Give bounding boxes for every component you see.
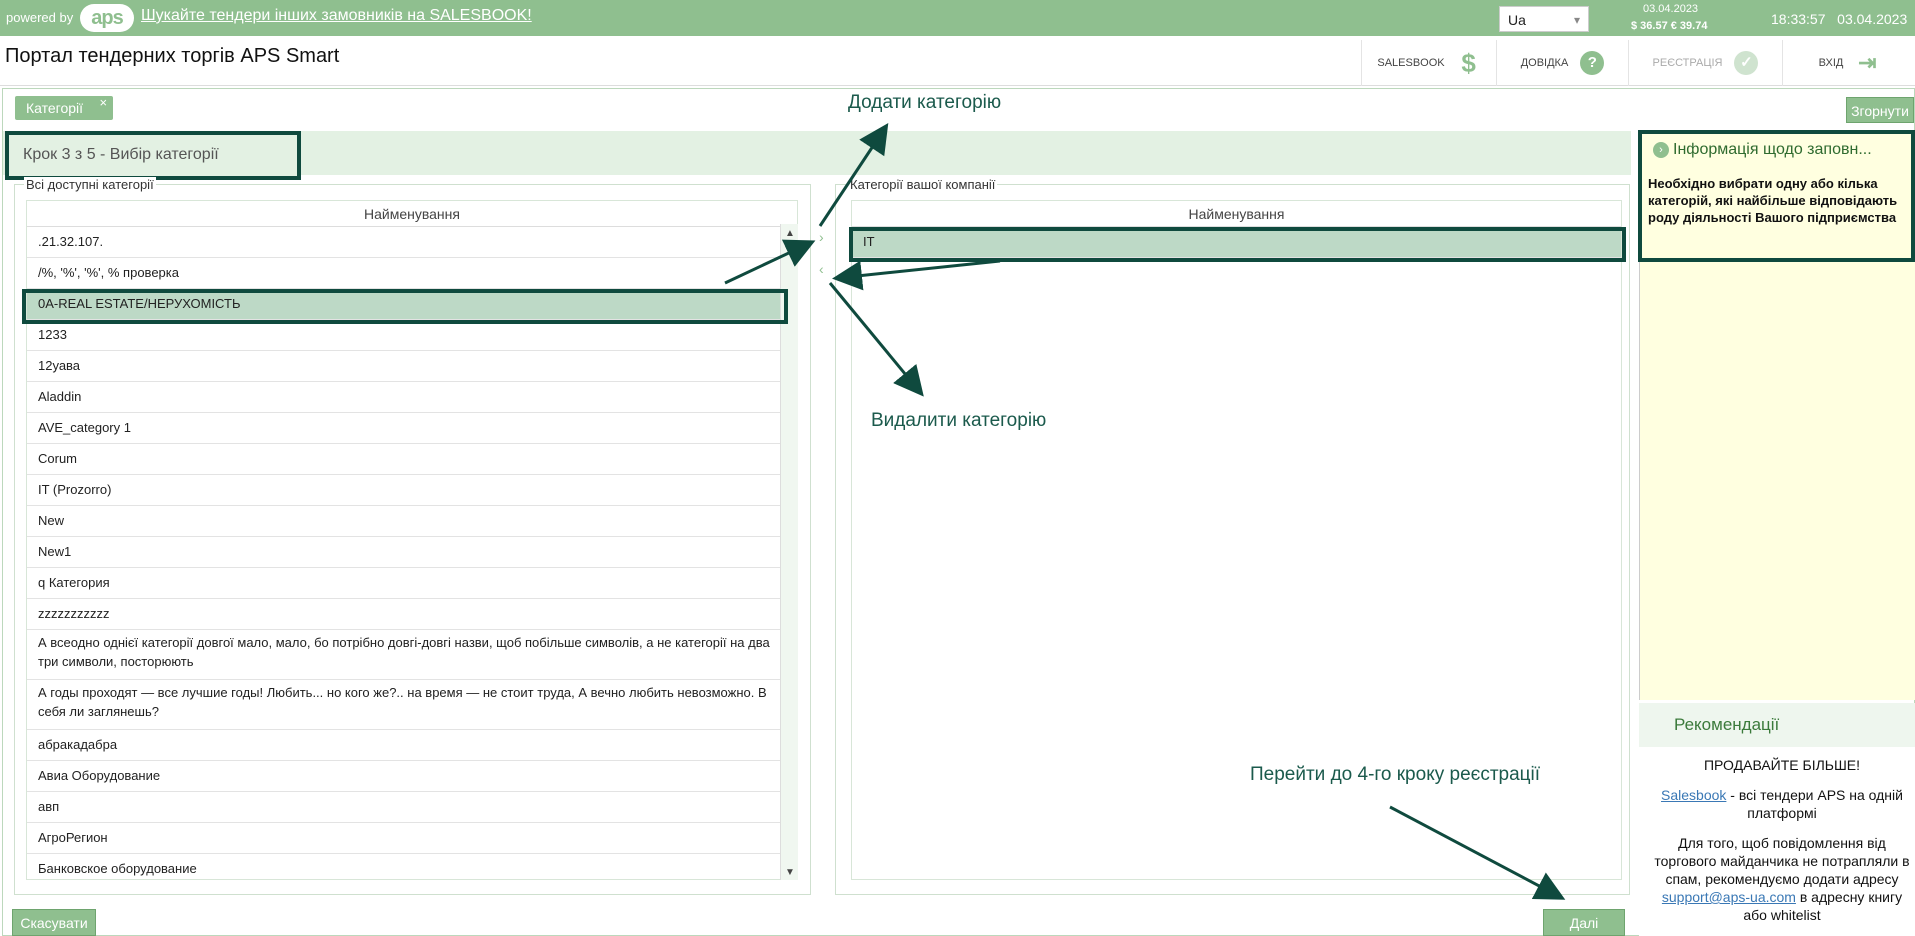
spam-text-1: Для того, щоб повідомлення від торгового… [1654, 835, 1910, 887]
annotation-remove-category: Видалити категорію [871, 410, 1047, 431]
salesbook-text: - всі тендери APS на одній платформі [1726, 787, 1903, 821]
next-button[interactable]: Далі [1543, 909, 1625, 936]
salesbook-link[interactable]: Salesbook [1661, 787, 1726, 803]
next-step-arrow-line [1389, 805, 1566, 900]
recommendations-title: Рекомендації [1639, 703, 1915, 747]
annotation-arrows [724, 122, 1566, 900]
cancel-button[interactable]: Скасувати [12, 909, 96, 936]
salesbook-paragraph: Salesbook - всі тендери APS на одній пла… [1652, 786, 1912, 822]
add-arrow-line [724, 239, 816, 285]
info-highlight [1638, 130, 1915, 262]
remove-label-arrow-line [828, 282, 924, 397]
recommendations-body: ПРОДАВАЙТЕ БІЛЬШЕ! Salesbook - всі тенде… [1652, 756, 1912, 924]
annotation-next-step: Перейти до 4-го кроку реєстрації [1250, 764, 1541, 785]
add-label-arrow-line [818, 122, 889, 227]
spam-paragraph: Для того, щоб повідомлення від торгового… [1652, 834, 1912, 924]
support-email-link[interactable]: support@aps-ua.com [1662, 889, 1796, 905]
remove-arrow-line [832, 259, 1001, 291]
annotation-add-category: Додати категорію [848, 92, 1002, 113]
sell-more-text: ПРОДАВАЙТЕ БІЛЬШЕ! [1703, 757, 1861, 773]
